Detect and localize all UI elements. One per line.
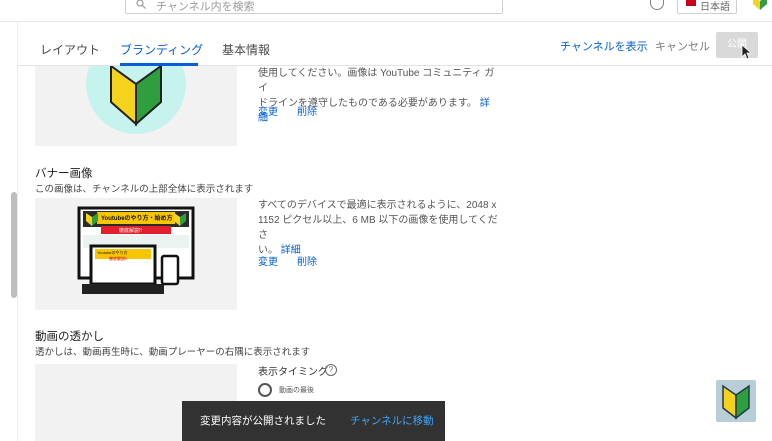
flag-icon [686,0,696,6]
banner-preview-subtitle: 徹底解説!! [119,228,142,234]
banner-change-button[interactable]: 変更 [258,253,278,268]
search-placeholder: チャンネル内を検索 [156,1,255,13]
profile-picture-change-button[interactable]: 変更 [258,103,278,118]
banner-image-title: バナー画像 [35,168,93,180]
banner-description-line3-wrap: い。 詳細 [258,243,498,258]
beginner-mark-icon[interactable] [752,0,768,10]
end-of-video-radio[interactable] [258,383,272,397]
profile-picture-description-line2-wrap: ドラインを遵守したものである必要があります。 詳細 [258,96,498,126]
profile-picture-remove-button[interactable]: 削除 [297,103,317,118]
tab-basic-info[interactable]: 基本情報 [222,41,270,58]
video-watermark [716,380,756,422]
profile-picture-image [86,34,186,134]
banner-image-subtitle: この画像は、チャンネルの上部全体に表示されます [35,184,254,195]
tab-branding[interactable]: ブランディング [120,41,203,58]
help-icon[interactable] [650,0,664,10]
banner-preview-title: Youtubeのやり方・始め方 [101,216,173,222]
top-bar: チャンネル内を検索 日本語 [0,0,772,22]
profile-picture-preview [35,34,237,146]
language-label: 日本語 [700,2,730,13]
beginner-mark-icon [722,384,750,420]
banner-description-line1: すべてのデバイスで最適に表示されるように、2048 x [258,200,497,211]
cancel-button[interactable]: キャンセル [655,38,710,54]
watermark-subtitle: 透かしは、動画再生時に、動画プレーヤーの右隅に表示されます [35,347,311,358]
search-input[interactable]: チャンネル内を検索 [125,0,503,14]
banner-image-preview: Youtubeのやり方・始め方 徹底解説!! Youtubeのやり方 徹底解説!… [35,198,237,310]
help-circle-icon[interactable]: ? [325,364,337,376]
scrollbar-thumb[interactable] [11,192,17,298]
snackbar-message: 変更内容が公開されました [200,415,326,427]
profile-picture-description-line2: ドラインを遵守したものである必要があります。 [258,98,477,109]
language-selector[interactable]: 日本語 [677,0,737,14]
banner-description-line2: 1152 ピクセル以上、6 MB 以下の画像を使用してくださ [258,215,498,241]
profile-picture-description: 使用してください。画像は YouTube コミュニティ ガイ ドラインを遵守した… [258,66,498,126]
profile-picture-description-line1: 使用してください。画像は YouTube コミュニティ ガイ [258,68,495,94]
display-timing-label: 表示タイミング [258,367,328,378]
go-to-channel-button[interactable]: チャンネルに移動 [350,413,434,428]
customization-header: レイアウト ブランディング 基本情報 チャンネルを表示 キャンセル 公開 [18,22,772,66]
search-icon [136,0,146,9]
end-of-video-label: 動画の最後 [279,387,314,394]
tab-layout[interactable]: レイアウト [40,41,100,58]
snackbar: 変更内容が公開されました チャンネルに移動 [182,401,445,441]
mouse-cursor-icon [741,44,753,60]
watermark-title: 動画の透かし [35,331,104,343]
view-channel-button[interactable]: チャンネルを表示 [560,38,648,54]
banner-remove-button[interactable]: 削除 [297,253,317,268]
banner-preview-small-subtitle: 徹底解説!! [109,256,128,261]
banner-image-description: すべてのデバイスで最適に表示されるように、2048 x 1152 ピクセル以上、… [258,198,498,258]
